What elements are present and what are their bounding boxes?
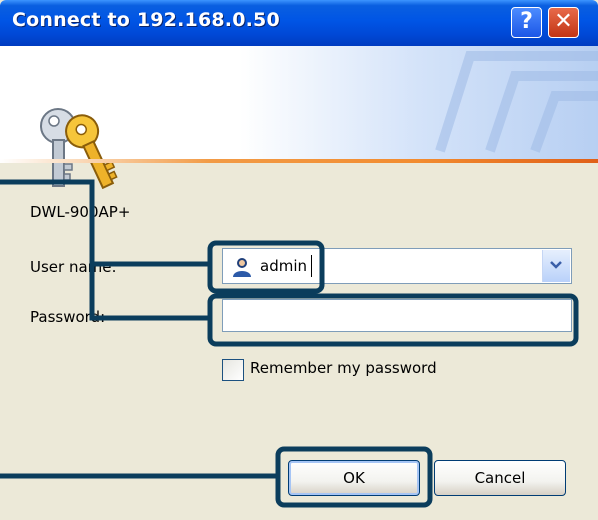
password-field[interactable] — [222, 299, 572, 332]
window-title: Connect to 192.168.0.50 — [12, 9, 280, 31]
remember-password-checkbox[interactable] — [222, 359, 244, 381]
cancel-button[interactable]: Cancel — [434, 460, 566, 496]
title-bar[interactable]: Connect to 192.168.0.50 ? ✕ — [0, 0, 598, 46]
password-label: Password: — [30, 308, 106, 326]
user-name-dropdown-button[interactable] — [542, 250, 570, 282]
user-name-label: User name: — [30, 258, 117, 276]
text-cursor — [311, 255, 312, 277]
site-name: DWL-900AP+ — [30, 203, 131, 221]
help-button[interactable]: ? — [511, 7, 542, 38]
dialog-body: DWL-900AP+ User name: admin Password: Re… — [0, 163, 598, 520]
close-button[interactable]: ✕ — [548, 7, 579, 38]
chevron-down-icon — [550, 261, 562, 269]
login-dialog: Connect to 192.168.0.50 ? ✕ DWL-900AP+ U… — [0, 0, 598, 520]
remember-password-label[interactable]: Remember my password — [250, 359, 437, 377]
dialog-banner — [0, 46, 598, 190]
user-name-combobox[interactable]: admin — [222, 248, 572, 284]
ok-button[interactable]: OK — [288, 460, 420, 496]
user-icon — [233, 258, 251, 277]
user-name-value[interactable]: admin — [260, 257, 307, 275]
